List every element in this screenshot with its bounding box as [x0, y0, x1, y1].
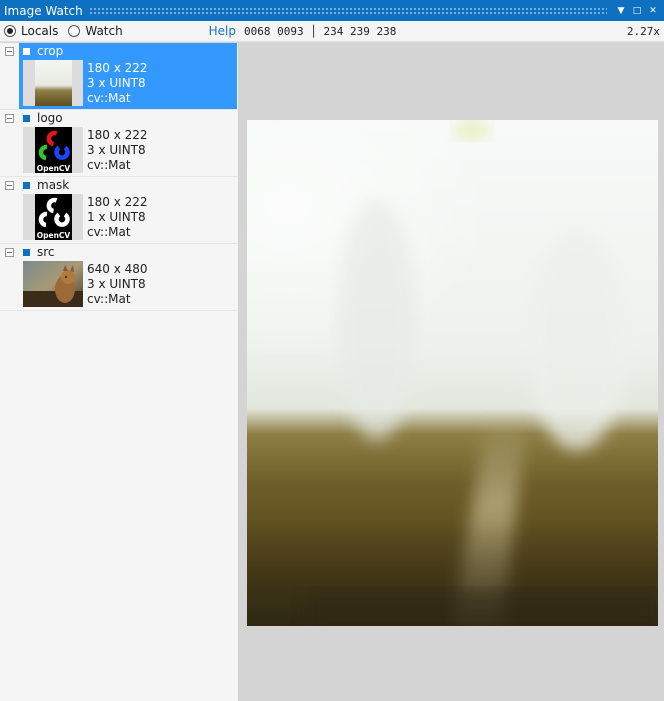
radio-checked-icon	[4, 25, 16, 37]
variable-class: cv::Mat	[87, 91, 131, 105]
variable-class: cv::Mat	[87, 158, 131, 172]
variable-class: cv::Mat	[87, 292, 131, 306]
view-mode-radio-group: Locals Watch Help	[0, 21, 240, 42]
variable-square-icon	[23, 249, 30, 256]
variable-size: 180 x 222	[87, 128, 148, 142]
minus-box-icon[interactable]: −	[5, 114, 14, 123]
variable-name: src	[37, 245, 55, 259]
variables-list: − crop 180 x 222 3 x UINT8 cv::Mat − log…	[0, 43, 239, 701]
logo-text-icon: OpenCV	[37, 164, 71, 173]
variable-square-icon	[23, 48, 30, 55]
variable-name: logo	[37, 111, 63, 125]
list-item-crop[interactable]: − crop 180 x 222 3 x UINT8 cv::Mat	[0, 43, 238, 110]
close-icon[interactable]: ✕	[645, 3, 661, 19]
thumbnail-src[interactable]	[23, 261, 83, 307]
thumbnail-logo[interactable]: OpenCV	[23, 127, 83, 173]
locals-label: Locals	[21, 24, 59, 38]
help-link[interactable]: Help	[209, 24, 236, 38]
variable-size: 180 x 222	[87, 61, 148, 75]
variable-info: 640 x 480 3 x UINT8 cv::Mat	[87, 262, 148, 307]
variable-info: 180 x 222 1 x UINT8 cv::Mat	[87, 195, 148, 240]
toolbar: Locals Watch Help 0068 0093 │ 234 239 23…	[0, 21, 664, 42]
watch-label: Watch	[85, 24, 123, 38]
variable-square-icon	[23, 115, 30, 122]
window-titlebar: Image Watch ▼ □ ✕	[0, 0, 664, 21]
thumbnail-mask[interactable]: OpenCV	[23, 194, 83, 240]
thumbnail-crop[interactable]	[23, 60, 83, 106]
maximize-icon[interactable]: □	[629, 3, 645, 19]
minus-box-icon[interactable]: −	[5, 181, 14, 190]
dropdown-icon[interactable]: ▼	[613, 3, 629, 19]
variable-type: 3 x UINT8	[87, 76, 146, 90]
variable-type: 1 x UINT8	[87, 210, 146, 224]
image-canvas[interactable]	[247, 120, 658, 626]
variable-name: mask	[37, 178, 70, 192]
pixel-info-bar: 0068 0093 │ 234 239 238 2.27x	[240, 21, 664, 42]
image-viewer[interactable]	[240, 43, 664, 701]
variable-class: cv::Mat	[87, 225, 131, 239]
list-item-logo[interactable]: − logo OpenCV 180 x 222 3 x UINT8 cv::Ma…	[0, 110, 238, 177]
variable-square-icon	[23, 182, 30, 189]
logo-text-icon: OpenCV	[37, 231, 71, 240]
minus-box-icon[interactable]: −	[5, 248, 14, 257]
pixel-coordinates: 0068 0093 │ 234 239 238	[244, 24, 397, 38]
variable-info: 180 x 222 3 x UINT8 cv::Mat	[87, 128, 148, 173]
watch-radio[interactable]: Watch	[68, 24, 123, 38]
zoom-level: 2.27x	[626, 24, 660, 38]
variable-name: crop	[37, 44, 64, 58]
list-item-mask[interactable]: − mask OpenCV 180 x 222 1 x UINT8 cv::Ma…	[0, 177, 238, 244]
variable-type: 3 x UINT8	[87, 143, 146, 157]
variable-size: 180 x 222	[87, 195, 148, 209]
list-item-src[interactable]: − src 640 x 480 3 x UINT8 cv::Mat	[0, 244, 238, 311]
variable-size: 640 x 480	[87, 262, 148, 276]
titlebar-grip[interactable]	[88, 7, 607, 14]
window-title: Image Watch	[4, 3, 83, 18]
minus-box-icon[interactable]: −	[5, 47, 14, 56]
displayed-image[interactable]	[247, 120, 658, 626]
locals-radio[interactable]: Locals	[4, 24, 58, 38]
variable-type: 3 x UINT8	[87, 277, 146, 291]
radio-unchecked-icon	[68, 25, 81, 37]
variable-info: 180 x 222 3 x UINT8 cv::Mat	[87, 61, 148, 106]
